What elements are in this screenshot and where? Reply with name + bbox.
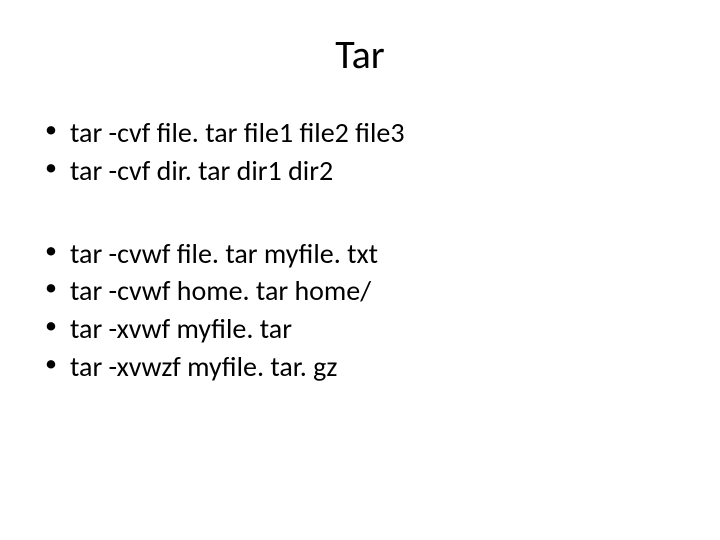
- list-item: tar -xvwf myfile. tar: [40, 310, 680, 348]
- bullet-group-1: tar -cvf file. tar file1 file2 file3 tar…: [40, 114, 680, 190]
- slide-title: Tar: [40, 30, 680, 79]
- list-item: tar -cvwf home. tar home/: [40, 272, 680, 310]
- list-item: tar -cvf dir. tar dir1 dir2: [40, 152, 680, 190]
- list-item: tar -xvwzf myfile. tar. gz: [40, 348, 680, 386]
- list-item: tar -cvf file. tar file1 file2 file3: [40, 114, 680, 152]
- list-item: tar -cvwf file. tar myfile. txt: [40, 235, 680, 273]
- bullet-group-2: tar -cvwf file. tar myfile. txt tar -cvw…: [40, 235, 680, 386]
